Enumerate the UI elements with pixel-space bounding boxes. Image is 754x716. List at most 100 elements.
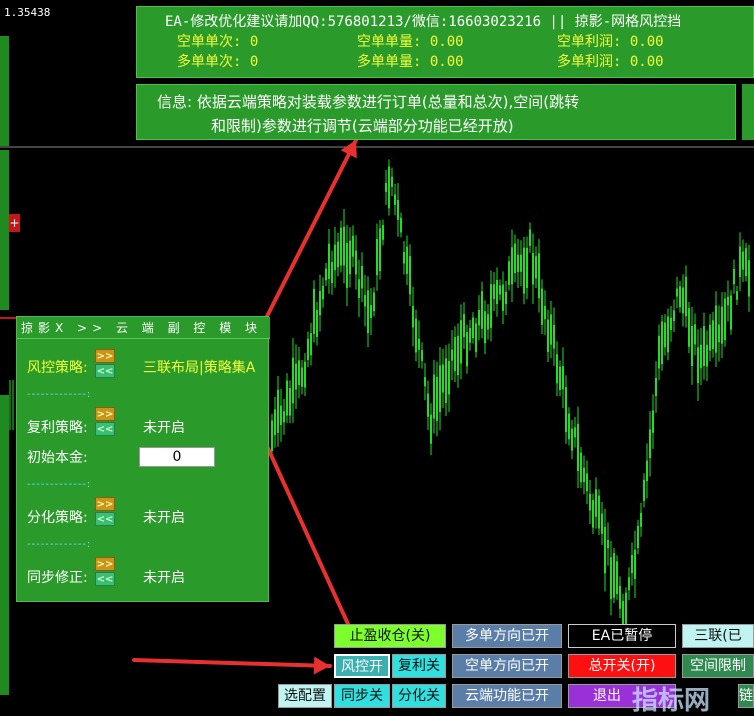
left-strip <box>0 36 9 146</box>
candle-body <box>391 176 393 187</box>
chain-button[interactable]: 链 <box>738 684 754 708</box>
candle-body <box>412 305 414 328</box>
position-tag[interactable]: + <box>9 214 20 232</box>
master-switch-button[interactable]: 总开关(开) <box>568 654 676 678</box>
candle-body <box>535 256 537 279</box>
candle-body <box>565 387 567 433</box>
candle-body <box>676 288 678 297</box>
candle-body <box>403 251 405 264</box>
message-line-1: 信息: 依据云端策略对装载参数进行订单(总量和总次),空间(跳转 <box>157 93 580 111</box>
initial-capital-input[interactable]: 0 <box>139 447 215 467</box>
sync-correction-switcher: >> << <box>95 557 115 587</box>
prev-arrow-button[interactable]: << <box>95 572 115 586</box>
initial-capital-label: 初始本金: <box>27 450 88 466</box>
candle-body <box>538 253 540 299</box>
take-profit-close-button[interactable]: 止盈收仓(关) <box>334 624 446 648</box>
candle-body <box>586 473 588 492</box>
candle-body <box>478 309 480 326</box>
candle-body <box>271 420 273 451</box>
candle-body <box>748 260 750 297</box>
candle-body <box>364 294 366 307</box>
prev-arrow-button[interactable]: << <box>95 364 115 378</box>
long-count: 多单单次: 0 <box>177 54 259 70</box>
candle-body <box>583 467 585 483</box>
long-direction-button[interactable]: 多单方向已开 <box>452 624 562 648</box>
next-arrow-button[interactable]: >> <box>95 497 115 511</box>
candle-body <box>457 335 459 376</box>
candle-body <box>418 338 420 350</box>
prev-arrow-button[interactable]: << <box>95 422 115 436</box>
message-line-2: 和限制)参数进行调节(云端部分功能已经开放) <box>211 117 514 135</box>
compound-strategy-value: 未开启 <box>143 420 185 436</box>
sync-off-button[interactable]: 同步关 <box>334 684 390 708</box>
candle-body <box>442 364 444 393</box>
short-count: 空单单次: 0 <box>177 34 259 50</box>
candle-body <box>424 377 426 387</box>
candle-body <box>433 374 435 419</box>
candle-body <box>454 337 456 372</box>
candle-body <box>721 306 723 344</box>
candle-body <box>544 305 546 320</box>
candle-body <box>613 553 615 598</box>
candle-body <box>451 349 453 361</box>
candle-body <box>466 332 468 367</box>
candle-body <box>643 479 645 501</box>
candle-body <box>388 166 390 209</box>
candle-body <box>511 247 513 285</box>
candle-body <box>481 291 483 329</box>
candle-body <box>343 226 345 266</box>
candle-body <box>595 489 597 517</box>
candle-body <box>700 344 702 369</box>
candle-body <box>631 554 633 574</box>
next-arrow-button[interactable]: >> <box>95 557 115 571</box>
candle-body <box>712 320 714 350</box>
candle-body <box>667 316 669 353</box>
candle-body <box>664 322 666 348</box>
candle-body <box>331 262 333 284</box>
watermark-logo: 指标网 <box>632 686 711 716</box>
next-arrow-button[interactable]: >> <box>95 407 115 421</box>
candle-body <box>286 380 288 416</box>
prev-arrow-button[interactable]: << <box>95 512 115 526</box>
candle-body <box>406 246 408 274</box>
candle-body <box>340 227 342 266</box>
candle-body <box>694 324 696 345</box>
split-off-button[interactable]: 分化关 <box>392 684 446 708</box>
cloud-panel-title[interactable]: 掠影X >> 云 端 副 控 模 块 <box>17 317 270 339</box>
candle-body <box>310 333 312 356</box>
long-profit: 多单利润: 0.00 <box>557 54 664 70</box>
cloud-function-button[interactable]: 云端功能已开 <box>452 684 562 708</box>
triple-mode-button[interactable]: 三联(已 <box>682 624 754 648</box>
candle-body <box>607 539 609 549</box>
next-arrow-button[interactable]: >> <box>95 349 115 363</box>
ea-paused-button[interactable]: EA已暂停 <box>568 624 676 648</box>
candle-body <box>397 199 399 220</box>
candle-body <box>280 405 282 426</box>
candle-body <box>604 526 606 574</box>
candle-body <box>355 250 357 275</box>
separator: -------------: <box>27 479 92 490</box>
candle-body <box>352 235 354 257</box>
short-direction-button[interactable]: 空单方向已开 <box>452 654 562 678</box>
candle-body <box>553 324 555 349</box>
candle-body <box>295 363 297 390</box>
candle-body <box>577 423 579 471</box>
candle-body <box>685 276 687 317</box>
candle-body <box>682 287 684 314</box>
candle-body <box>448 360 450 395</box>
candle-body <box>661 321 663 365</box>
select-config-button[interactable]: 选配置 <box>278 684 332 708</box>
candle-body <box>463 314 465 337</box>
candle-body <box>733 268 735 285</box>
candle-body <box>640 512 642 527</box>
split-strategy-switcher: >> << <box>95 497 115 527</box>
risk-control-on-button[interactable]: 风控开 <box>334 654 390 678</box>
candle-body <box>559 366 561 390</box>
candle-body <box>619 585 621 609</box>
separator: -------------: <box>27 389 92 400</box>
candle-body <box>325 268 327 281</box>
candle-body <box>304 361 306 388</box>
space-limit-button[interactable]: 空间限制 <box>682 654 754 678</box>
compound-off-button[interactable]: 复利关 <box>392 654 446 678</box>
candle-body <box>574 427 576 438</box>
